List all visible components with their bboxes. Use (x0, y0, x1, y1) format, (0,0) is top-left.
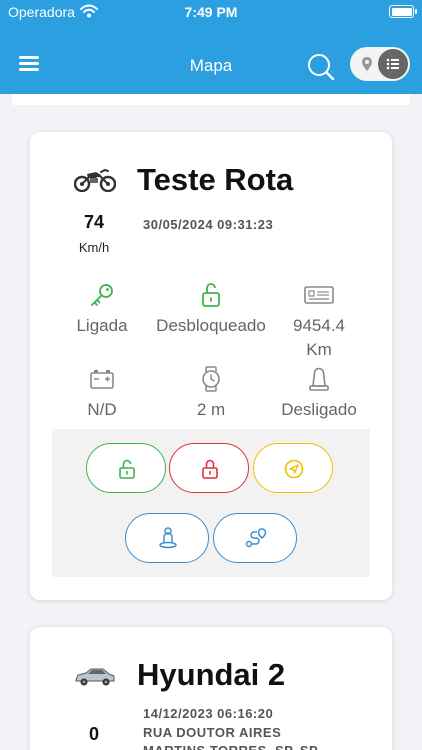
unlocked-padlock-icon (202, 283, 220, 307)
ignition-label: Ligada (76, 316, 128, 335)
unlock-button[interactable] (86, 443, 166, 493)
vehicle-name: Teste Rota (137, 162, 294, 197)
battery-label: N/D (87, 400, 117, 419)
toggle-knob (378, 49, 408, 79)
odometer-status: 9454.4 Km (259, 282, 379, 362)
status-time: 7:49 PM (184, 4, 238, 20)
action-panel (52, 429, 370, 577)
car-battery-icon (90, 370, 114, 389)
navigate-button[interactable] (253, 443, 333, 493)
lock-label: Desbloqueado (156, 316, 266, 335)
key-icon (91, 284, 113, 306)
person-location-icon (159, 527, 177, 549)
status-bar: Operadora 7:49 PM (0, 0, 422, 26)
time-status: 2 m (151, 366, 271, 422)
siren-label: Desligado (281, 400, 357, 419)
address-line: MARTINS TORRES, SP, SP (143, 742, 318, 750)
siren-status: Desligado (259, 366, 379, 422)
speed-value: 0 (88, 724, 99, 744)
battery-icon (389, 5, 417, 18)
padlock-icon (202, 459, 218, 479)
address-line: RUA DOUTOR AIRES (143, 725, 282, 740)
odometer-unit: Km (306, 340, 332, 359)
map-list-toggle[interactable] (350, 47, 410, 81)
last-update-timestamp: 30/05/2024 09:31:23 (143, 217, 274, 232)
battery-status: N/D (42, 366, 162, 422)
list-header-strip (12, 94, 410, 105)
odometer-value: 9454.4 (293, 316, 345, 335)
lock-button[interactable] (169, 443, 249, 493)
vehicle-card[interactable]: Teste Rota 74 Km/h 30/05/2024 09:31:23 L… (30, 132, 392, 600)
driver-button[interactable] (125, 513, 209, 563)
search-icon[interactable] (306, 52, 336, 82)
speed-unit: Km/h (78, 240, 110, 255)
navigation-arrow-icon (284, 459, 304, 479)
list-icon (386, 58, 399, 70)
vehicle-card[interactable]: Hyundai 2 0 14/12/2023 06:16:20 RUA DOUT… (30, 627, 392, 750)
odometer-icon (304, 286, 334, 304)
lock-status: Desbloqueado (151, 282, 271, 338)
watch-icon (202, 366, 220, 392)
motorcycle-icon (74, 168, 116, 192)
route-icon (245, 528, 267, 548)
speed-value: 74 (83, 212, 105, 232)
map-pin-icon (362, 57, 372, 71)
car-icon (75, 668, 115, 686)
time-label: 2 m (196, 400, 226, 419)
app-bar: Mapa (0, 26, 422, 94)
siren-icon (309, 367, 329, 391)
ignition-status: Ligada (42, 282, 162, 338)
unlocked-padlock-icon (119, 459, 135, 479)
route-button[interactable] (213, 513, 297, 563)
last-update-timestamp: 14/12/2023 06:16:20 (143, 706, 274, 721)
vehicle-name: Hyundai 2 (137, 657, 286, 692)
